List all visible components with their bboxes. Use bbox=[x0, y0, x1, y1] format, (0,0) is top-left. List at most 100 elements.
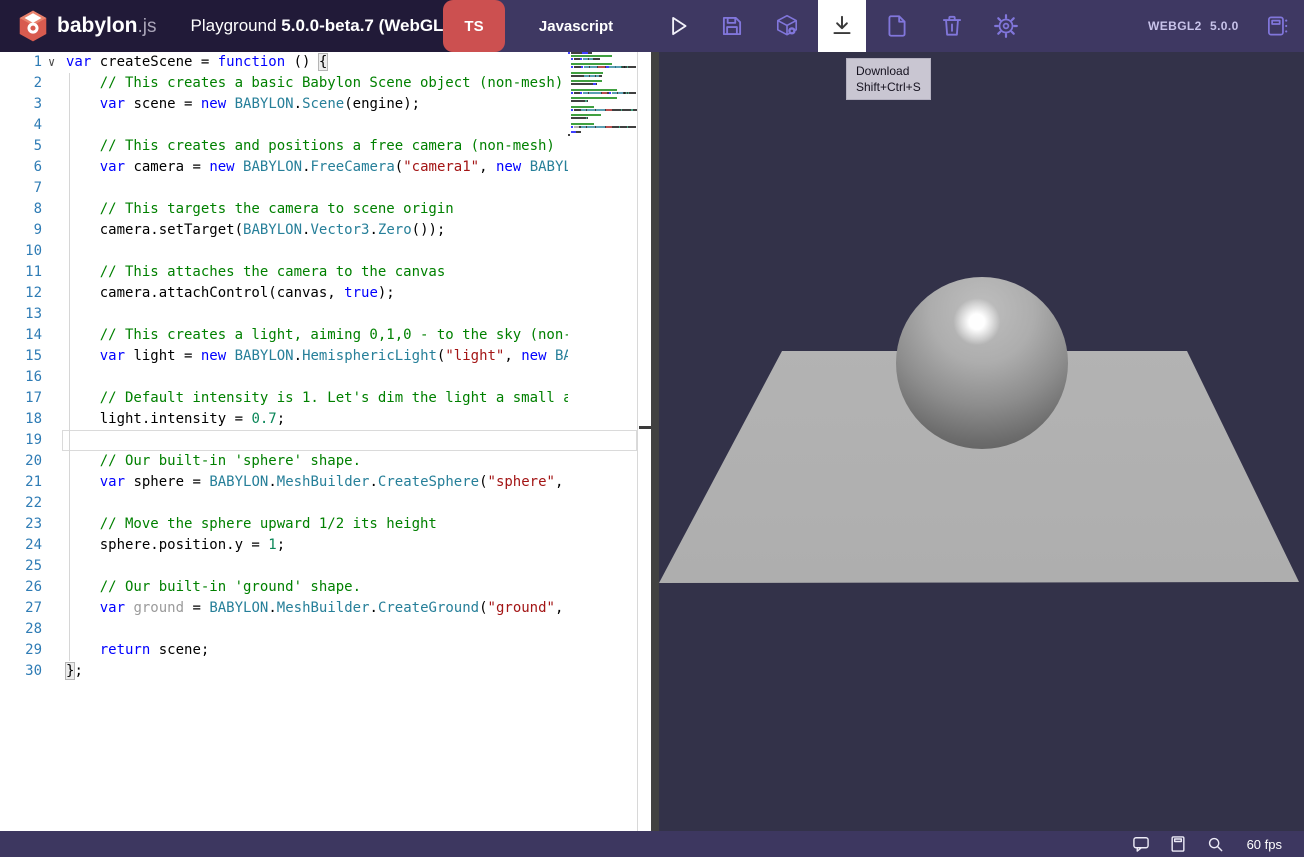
save-icon bbox=[719, 13, 745, 39]
code-line[interactable]: 12 camera.attachControl(canvas, true); bbox=[0, 283, 568, 304]
download-button[interactable] bbox=[818, 0, 866, 52]
engine-label: WEBGL2 bbox=[1148, 0, 1202, 52]
new-playground-button[interactable] bbox=[875, 0, 919, 52]
code-line[interactable]: 22 bbox=[0, 493, 568, 514]
examples-book-icon bbox=[1264, 13, 1290, 39]
code-line[interactable]: 7 bbox=[0, 178, 568, 199]
line-number: 18 bbox=[0, 409, 42, 430]
editor-border bbox=[637, 52, 638, 831]
code-lines[interactable]: 1∨var createScene = function () {2 // Th… bbox=[0, 52, 568, 831]
code-line[interactable]: 30}; bbox=[0, 661, 568, 682]
page-title: Playground 5.0.0-beta.7 (WebGL2) bbox=[191, 16, 459, 36]
tooltip-shortcut: Shift+Ctrl+S bbox=[856, 79, 921, 95]
save-button[interactable] bbox=[710, 0, 754, 52]
language-selector[interactable]: Javascript bbox=[528, 0, 624, 52]
line-number: 28 bbox=[0, 619, 42, 640]
line-number: 15 bbox=[0, 346, 42, 367]
comment-bubble-icon bbox=[1131, 834, 1151, 854]
book-icon bbox=[1168, 834, 1188, 854]
line-number: 17 bbox=[0, 388, 42, 409]
code-line[interactable]: 28 bbox=[0, 619, 568, 640]
splitter-handle[interactable] bbox=[639, 426, 651, 429]
main-area: 1∨var createScene = function () {2 // Th… bbox=[0, 52, 1304, 831]
line-number: 5 bbox=[0, 136, 42, 157]
code-editor[interactable]: 1∨var createScene = function () {2 // Th… bbox=[0, 52, 651, 831]
trash-icon bbox=[939, 13, 965, 39]
pane-splitter[interactable] bbox=[651, 52, 659, 831]
line-number: 12 bbox=[0, 283, 42, 304]
line-number: 9 bbox=[0, 220, 42, 241]
typescript-toggle-button[interactable]: TS bbox=[443, 0, 505, 52]
clear-button[interactable] bbox=[930, 0, 974, 52]
tooltip-title: Download bbox=[856, 63, 921, 79]
indent-guide bbox=[69, 73, 70, 661]
code-line[interactable]: 8 // This targets the camera to scene or… bbox=[0, 199, 568, 220]
code-line[interactable]: 17 // Default intensity is 1. Let's dim … bbox=[0, 388, 568, 409]
run-button[interactable] bbox=[656, 0, 700, 52]
comments-button[interactable] bbox=[1130, 833, 1152, 855]
code-line[interactable]: 26 // Our built-in 'ground' shape. bbox=[0, 577, 568, 598]
code-line[interactable]: 15 var light = new BABYLON.HemisphericLi… bbox=[0, 346, 568, 367]
code-line[interactable]: 25 bbox=[0, 556, 568, 577]
line-number: 13 bbox=[0, 304, 42, 325]
code-line[interactable]: 6 var camera = new BABYLON.FreeCamera("c… bbox=[0, 157, 568, 178]
code-line[interactable]: 29 return scene; bbox=[0, 640, 568, 661]
line-number: 30 bbox=[0, 661, 42, 682]
code-line[interactable]: 5 // This creates and positions a free c… bbox=[0, 136, 568, 157]
code-line[interactable]: 11 // This attaches the camera to the ca… bbox=[0, 262, 568, 283]
search-icon bbox=[1205, 834, 1225, 854]
line-number: 25 bbox=[0, 556, 42, 577]
code-line[interactable]: 9 camera.setTarget(BABYLON.Vector3.Zero(… bbox=[0, 220, 568, 241]
line-number: 29 bbox=[0, 640, 42, 661]
line-number: 14 bbox=[0, 325, 42, 346]
code-line[interactable]: 19 bbox=[0, 430, 568, 451]
line-number: 21 bbox=[0, 472, 42, 493]
line-number: 3 bbox=[0, 94, 42, 115]
line-number: 26 bbox=[0, 577, 42, 598]
line-number: 27 bbox=[0, 598, 42, 619]
line-number: 24 bbox=[0, 535, 42, 556]
code-line[interactable]: 10 bbox=[0, 241, 568, 262]
brand-area: babylon.js Playground 5.0.0-beta.7 (WebG… bbox=[0, 0, 460, 52]
line-number: 7 bbox=[0, 178, 42, 199]
line-number: 6 bbox=[0, 157, 42, 178]
code-line[interactable]: 18 light.intensity = 0.7; bbox=[0, 409, 568, 430]
line-number: 8 bbox=[0, 199, 42, 220]
code-line[interactable]: 3 var scene = new BABYLON.Scene(engine); bbox=[0, 94, 568, 115]
code-line[interactable]: 27 var ground = BABYLON.MeshBuilder.Crea… bbox=[0, 598, 568, 619]
code-line[interactable]: 1∨var createScene = function () { bbox=[0, 52, 568, 73]
code-line[interactable]: 14 // This creates a light, aiming 0,1,0… bbox=[0, 325, 568, 346]
render-canvas[interactable] bbox=[659, 52, 1304, 831]
canvas-status-bar: 60 fps bbox=[0, 831, 1304, 857]
inspector-button[interactable] bbox=[765, 0, 809, 52]
search-button[interactable] bbox=[1204, 833, 1226, 855]
babylon-logo-icon[interactable] bbox=[16, 9, 50, 43]
code-line[interactable]: 4 bbox=[0, 115, 568, 136]
minimap[interactable] bbox=[568, 52, 637, 140]
new-file-icon bbox=[884, 13, 910, 39]
download-tooltip: Download Shift+Ctrl+S bbox=[846, 58, 931, 100]
code-line[interactable]: 23 // Move the sphere upward 1/2 its hei… bbox=[0, 514, 568, 535]
code-line[interactable]: 20 // Our built-in 'sphere' shape. bbox=[0, 451, 568, 472]
inspector-icon bbox=[774, 13, 800, 39]
code-line[interactable]: 21 var sphere = BABYLON.MeshBuilder.Crea… bbox=[0, 472, 568, 493]
line-number: 23 bbox=[0, 514, 42, 535]
download-icon bbox=[829, 13, 855, 39]
code-line[interactable]: 24 sphere.position.y = 1; bbox=[0, 535, 568, 556]
settings-button[interactable] bbox=[984, 0, 1028, 52]
line-number: 2 bbox=[0, 73, 42, 94]
brand-wordmark: babylon.js bbox=[57, 14, 157, 38]
examples-button[interactable] bbox=[1255, 0, 1299, 52]
fold-chevron-icon[interactable]: ∨ bbox=[48, 52, 55, 73]
code-line[interactable]: 2 // This creates a basic Babylon Scene … bbox=[0, 73, 568, 94]
sphere-mesh bbox=[896, 277, 1068, 449]
line-number: 20 bbox=[0, 451, 42, 472]
fps-counter: 60 fps bbox=[1247, 837, 1282, 852]
play-icon bbox=[665, 13, 691, 39]
top-toolbar: babylon.js Playground 5.0.0-beta.7 (WebG… bbox=[0, 0, 1304, 52]
docs-button[interactable] bbox=[1167, 833, 1189, 855]
gear-icon bbox=[993, 13, 1019, 39]
code-line[interactable]: 16 bbox=[0, 367, 568, 388]
version-label: 5.0.0 bbox=[1210, 0, 1239, 52]
code-line[interactable]: 13 bbox=[0, 304, 568, 325]
